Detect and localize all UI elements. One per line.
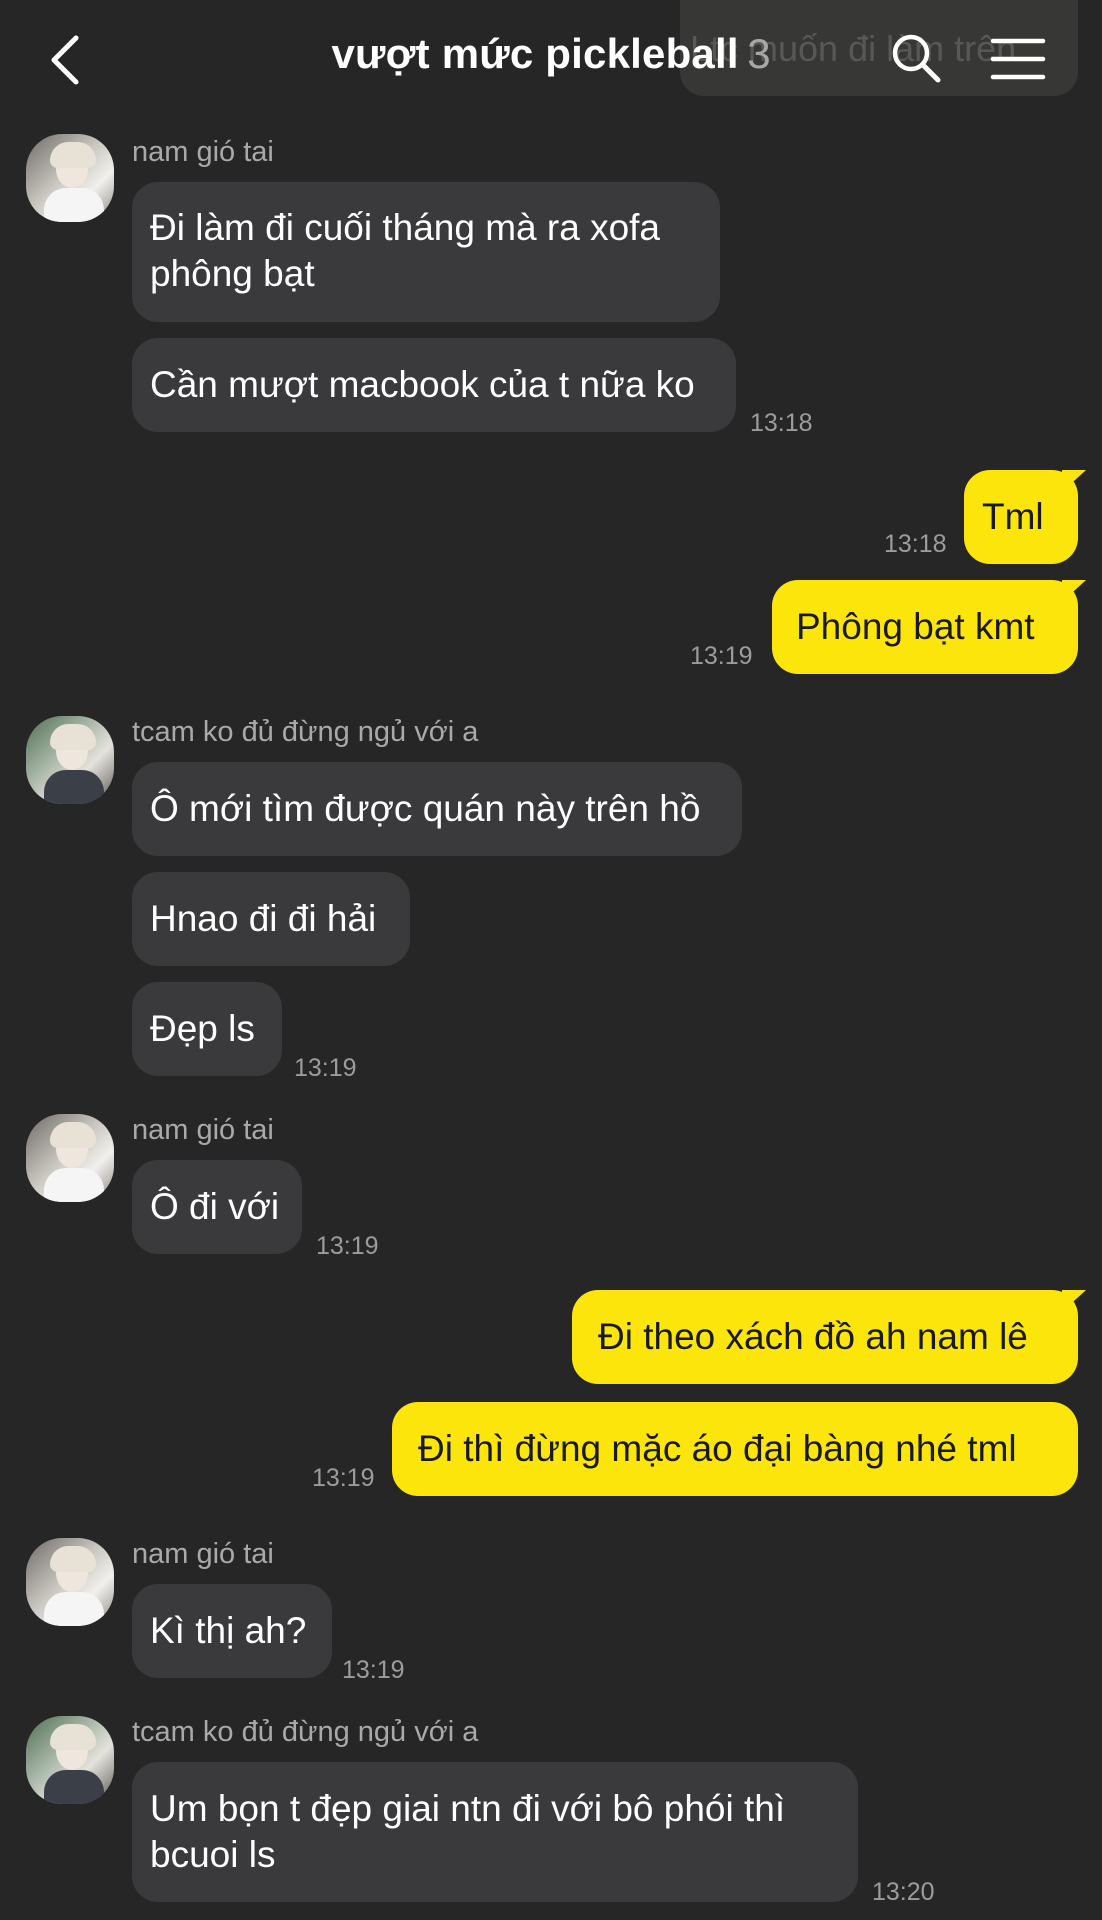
search-button[interactable] bbox=[890, 32, 942, 84]
message-text: phông bạt bbox=[150, 253, 315, 294]
message-bubble[interactable]: Kì thị ah? bbox=[132, 1584, 332, 1678]
sender-name: nam gió tai bbox=[132, 136, 274, 168]
message-text: Cần mượt macbook của t nữa ko bbox=[150, 364, 695, 405]
message-text: Đẹp ls bbox=[150, 1008, 255, 1049]
chat-title: vượt mức pickleball bbox=[331, 30, 739, 77]
message-text: Kì thị ah? bbox=[150, 1610, 307, 1651]
sender-name: tcam ko đủ đừng ngủ với a bbox=[132, 1716, 479, 1748]
search-icon bbox=[892, 34, 941, 83]
message-text: Ô đi với bbox=[150, 1186, 280, 1227]
message-timestamp: 13:18 bbox=[750, 409, 813, 437]
message-bubble[interactable]: Đẹp ls bbox=[132, 982, 282, 1076]
message-timestamp: 13:20 bbox=[872, 1878, 935, 1906]
message-text: Phông bạt kmt bbox=[796, 606, 1035, 647]
message-text: Hnao đi đi hải bbox=[150, 898, 377, 939]
message-text: Tml bbox=[982, 496, 1044, 537]
message-text: Ô mới tìm được quán này trên hồ bbox=[150, 788, 701, 829]
message-text: Đi làm đi cuối tháng mà ra xofa bbox=[150, 207, 661, 248]
avatar[interactable] bbox=[26, 716, 114, 804]
message-bubble[interactable]: Đi làm đi cuối tháng mà ra xofa phông bạ… bbox=[132, 182, 720, 322]
message-timestamp: 13:19 bbox=[690, 642, 753, 670]
avatar[interactable] bbox=[26, 134, 114, 222]
sender-name: tcam ko đủ đừng ngủ với a bbox=[132, 716, 479, 748]
sender-name: nam gió tai bbox=[132, 1538, 274, 1570]
message-bubble[interactable]: Um bọn t đẹp giai ntn đi với bô phói thì… bbox=[132, 1762, 858, 1902]
message-text: Đi thì đừng mặc áo đại bàng nhé tml bbox=[418, 1428, 1017, 1469]
message-timestamp: 13:18 bbox=[884, 530, 947, 558]
menu-button[interactable] bbox=[990, 36, 1046, 82]
message-bubble[interactable]: Tml bbox=[964, 470, 1078, 564]
message-text: Um bọn t đẹp giai ntn đi với bô phói thì bbox=[150, 1788, 786, 1829]
message-timestamp: 13:19 bbox=[316, 1232, 379, 1260]
sender-name: nam gió tai bbox=[132, 1114, 274, 1146]
message-bubble[interactable]: Ô đi với bbox=[132, 1160, 302, 1254]
message-bubble[interactable]: Ô mới tìm được quán này trên hồ bbox=[132, 762, 742, 856]
avatar[interactable] bbox=[26, 1716, 114, 1804]
message-bubble[interactable]: Đi thì đừng mặc áo đại bàng nhé tml bbox=[392, 1402, 1078, 1496]
hamburger-menu-icon bbox=[990, 38, 1046, 80]
message-bubble[interactable]: Phông bạt kmt bbox=[772, 580, 1078, 674]
message-bubble[interactable]: Hnao đi đi hải bbox=[132, 872, 410, 966]
message-timestamp: 13:19 bbox=[294, 1054, 357, 1082]
member-count: 3 bbox=[747, 30, 771, 77]
message-bubble[interactable]: Cần mượt macbook của t nữa ko bbox=[132, 338, 736, 432]
message-timestamp: 13:19 bbox=[312, 1464, 375, 1492]
message-timestamp: 13:19 bbox=[342, 1656, 405, 1684]
message-text: bcuoi ls bbox=[150, 1834, 276, 1875]
avatar[interactable] bbox=[26, 1538, 114, 1626]
message-text: Đi theo xách đồ ah nam lê bbox=[598, 1316, 1028, 1357]
chat-header: Ltc muốn đi làm trên vượt mức pickleball… bbox=[0, 0, 1102, 120]
avatar[interactable] bbox=[26, 1114, 114, 1202]
message-bubble[interactable]: Đi theo xách đồ ah nam lê bbox=[572, 1290, 1078, 1384]
